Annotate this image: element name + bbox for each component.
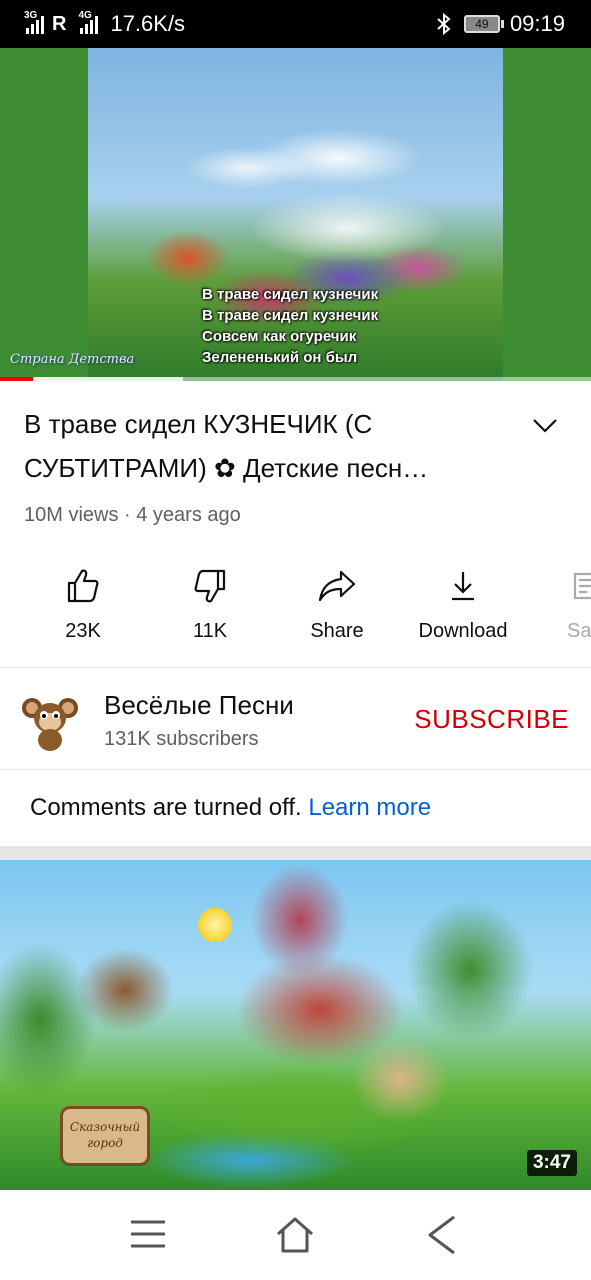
roaming-indicator: R bbox=[52, 12, 67, 35]
lyric-line: В траве сидел кузнечик bbox=[202, 307, 379, 324]
progress-played bbox=[0, 377, 33, 381]
section-separator bbox=[0, 846, 591, 860]
divider bbox=[0, 667, 591, 668]
menu-icon[interactable] bbox=[128, 1214, 168, 1254]
progress-buffered bbox=[32, 377, 184, 381]
video-duration-badge: 3:47 bbox=[526, 1150, 577, 1176]
subscriber-count: 131K subscribers bbox=[104, 728, 259, 750]
network-type-2: 4G bbox=[78, 10, 92, 21]
system-nav-bar bbox=[0, 1190, 591, 1280]
chevron-down-icon[interactable] bbox=[530, 410, 560, 440]
signal-4g-icon: 4G bbox=[78, 10, 99, 34]
like-button[interactable]: 23K bbox=[28, 560, 138, 643]
avatar[interactable] bbox=[22, 688, 78, 752]
thumbs-up-icon bbox=[67, 569, 99, 603]
bluetooth-icon bbox=[437, 13, 451, 35]
download-button[interactable]: Download bbox=[408, 560, 518, 643]
lyric-line: В траве сидел кузнечик bbox=[202, 286, 379, 303]
battery-level: 49 bbox=[475, 17, 489, 31]
share-label: Share bbox=[310, 620, 364, 642]
video-title-area[interactable]: В траве сидел КУЗНЕЧИК (С СУБТИТРАМИ) ✿ … bbox=[24, 402, 504, 490]
status-right: 49 09:19 bbox=[436, 11, 565, 37]
subscribe-button[interactable]: SUBSCRIBE bbox=[414, 704, 569, 735]
save-label: Sa bbox=[567, 620, 591, 642]
network-speed: 17.6K/s bbox=[110, 11, 186, 36]
share-icon bbox=[318, 570, 356, 602]
divider bbox=[0, 769, 591, 770]
dislike-button[interactable]: 11K bbox=[155, 560, 265, 643]
action-bar: 23K 11K Share Download Sa bbox=[0, 560, 591, 660]
video-player[interactable]: В траве сидел кузнечик В траве сидел куз… bbox=[0, 48, 591, 381]
thumbnail-sign: Сказочный город bbox=[60, 1106, 150, 1166]
save-icon bbox=[573, 572, 591, 600]
subtitle-lyrics: В траве сидел кузнечик В траве сидел куз… bbox=[202, 284, 378, 368]
home-icon[interactable] bbox=[274, 1214, 316, 1256]
lyric-line: Совсем как огуречик bbox=[202, 328, 357, 345]
progress-bar[interactable] bbox=[0, 377, 591, 381]
comments-off-text: Comments are turned off. bbox=[30, 794, 302, 821]
sign-line: город bbox=[87, 1136, 123, 1150]
next-video-thumbnail[interactable]: Сказочный город 3:47 bbox=[0, 860, 591, 1190]
video-meta: 10M views · 4 years ago bbox=[24, 504, 241, 526]
clock: 09:19 bbox=[509, 11, 565, 36]
comments-notice: Comments are turned off. Learn more bbox=[30, 794, 431, 822]
channel-row[interactable]: Весёлые Песни 131K subscribers SUBSCRIBE bbox=[0, 670, 591, 768]
channel-watermark: Страна Детства bbox=[10, 352, 135, 367]
share-button[interactable]: Share bbox=[282, 560, 392, 643]
download-icon bbox=[452, 572, 474, 601]
battery-icon: 49 bbox=[463, 15, 504, 33]
status-left: 3G R 4G 17.6K/s bbox=[24, 10, 186, 37]
dislike-count: 11K bbox=[192, 620, 228, 642]
learn-more-link[interactable]: Learn more bbox=[308, 794, 431, 821]
video-title[interactable]: В траве сидел КУЗНЕЧИК (С СУБТИТРАМИ) ✿ … bbox=[24, 402, 504, 490]
back-icon[interactable] bbox=[424, 1214, 460, 1256]
thumbs-down-icon bbox=[194, 569, 226, 603]
signal-3g-icon: 3G bbox=[24, 10, 44, 34]
lyric-line: Зелененький он был bbox=[202, 349, 358, 366]
download-label: Download bbox=[418, 620, 508, 642]
status-bar: 3G R 4G 17.6K/s 49 09:19 bbox=[0, 0, 591, 48]
channel-name[interactable]: Весёлые Песни bbox=[104, 690, 294, 721]
sign-line: Сказочный bbox=[69, 1120, 141, 1134]
like-count: 23K bbox=[65, 620, 101, 642]
player-pillarbox-right bbox=[503, 48, 591, 381]
save-button[interactable]: Sa bbox=[567, 560, 591, 643]
player-pillarbox-left bbox=[0, 48, 88, 381]
network-type-1: 3G bbox=[24, 10, 38, 21]
